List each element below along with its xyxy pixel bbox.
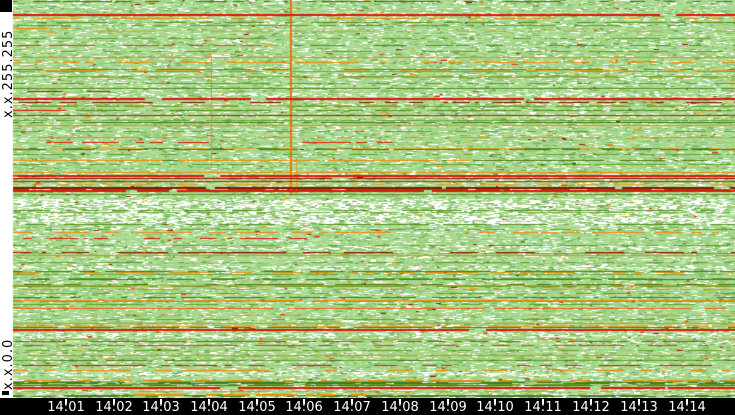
x-axis-tick-label: 14:02: [95, 400, 132, 415]
x-axis-tick-label: 14:07: [333, 400, 370, 415]
x-axis-tick-label: 14:04: [190, 400, 227, 415]
x-axis-tick-label: 14:13: [620, 400, 657, 415]
y-axis-max-label-text: x.x.255.255: [1, 30, 16, 118]
axis-corner-marker: [0, 0, 12, 12]
y-axis-min-label: x.x.0.0: [1, 339, 16, 390]
x-axis-tick-label: 14:03: [142, 400, 179, 415]
y-axis-max-label: x.x.255.255: [1, 30, 16, 118]
x-axis-tick-label: 14:01: [47, 400, 84, 415]
x-axis-tick-label: 14:08: [381, 400, 418, 415]
ip-scan-visualization: x.x.255.255 x.x.0.0 14:01 14:02 14:03 14:04…: [0, 0, 735, 415]
x-axis-tick-label: 14:05: [238, 400, 275, 415]
x-axis-tick-label: 14:10: [476, 400, 513, 415]
x-axis-tick-label: 14:11: [524, 400, 561, 415]
heatmap-plot-area: [0, 0, 735, 398]
x-axis-tick-label: 14:09: [429, 400, 466, 415]
x-axis-tick-label: 14:06: [285, 400, 322, 415]
x-axis-strip: 14:01 14:02 14:03 14:04 14:05 14:06 14:07 14:08…: [0, 398, 735, 415]
x-axis-tick-label: 14:12: [572, 400, 609, 415]
x-axis-tick-label: 14:14: [668, 400, 705, 415]
y-axis-origin-tick: [2, 391, 9, 395]
y-axis-min-label-text: x.x.0.0: [1, 339, 16, 390]
